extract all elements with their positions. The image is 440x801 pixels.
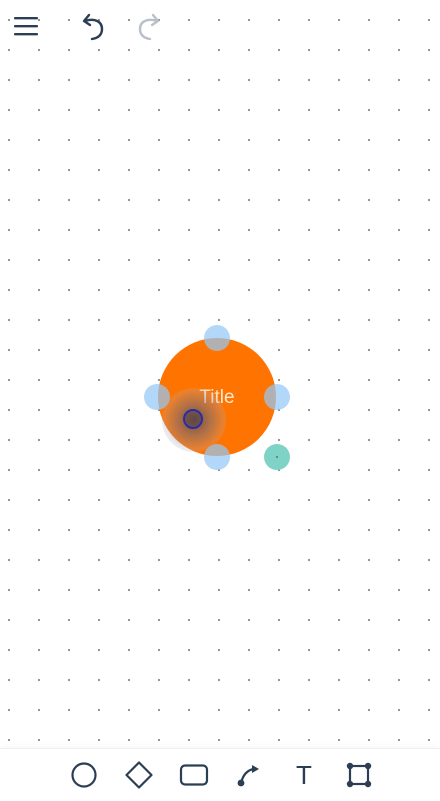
resize-handle-top[interactable]	[204, 325, 230, 351]
redo-icon	[138, 13, 160, 41]
redo-button[interactable]	[130, 8, 166, 44]
undo-button[interactable]	[76, 8, 112, 44]
frame-icon	[346, 762, 372, 788]
hamburger-menu-icon	[14, 17, 38, 36]
text-icon: T	[296, 760, 312, 790]
connector-tool-button[interactable]	[232, 759, 266, 791]
circle-icon	[71, 762, 97, 788]
rectangle-tool-button[interactable]	[177, 759, 211, 791]
connect-handle[interactable]	[264, 444, 290, 470]
top-toolbar	[0, 0, 440, 52]
menu-button[interactable]	[8, 8, 44, 44]
connector-icon	[237, 765, 259, 787]
frame-tool-button[interactable]	[342, 759, 376, 791]
undo-icon	[82, 13, 104, 41]
circle-tool-button[interactable]	[67, 759, 101, 791]
diamond-icon	[125, 761, 153, 789]
connect-handle-dot	[276, 456, 278, 458]
resize-handle-right[interactable]	[264, 384, 290, 410]
rectangle-icon	[179, 764, 209, 786]
shape-toolbar: T	[0, 748, 440, 801]
touch-point-ring	[183, 409, 203, 429]
text-tool-button[interactable]: T	[287, 759, 321, 791]
diamond-tool-button[interactable]	[122, 759, 156, 791]
